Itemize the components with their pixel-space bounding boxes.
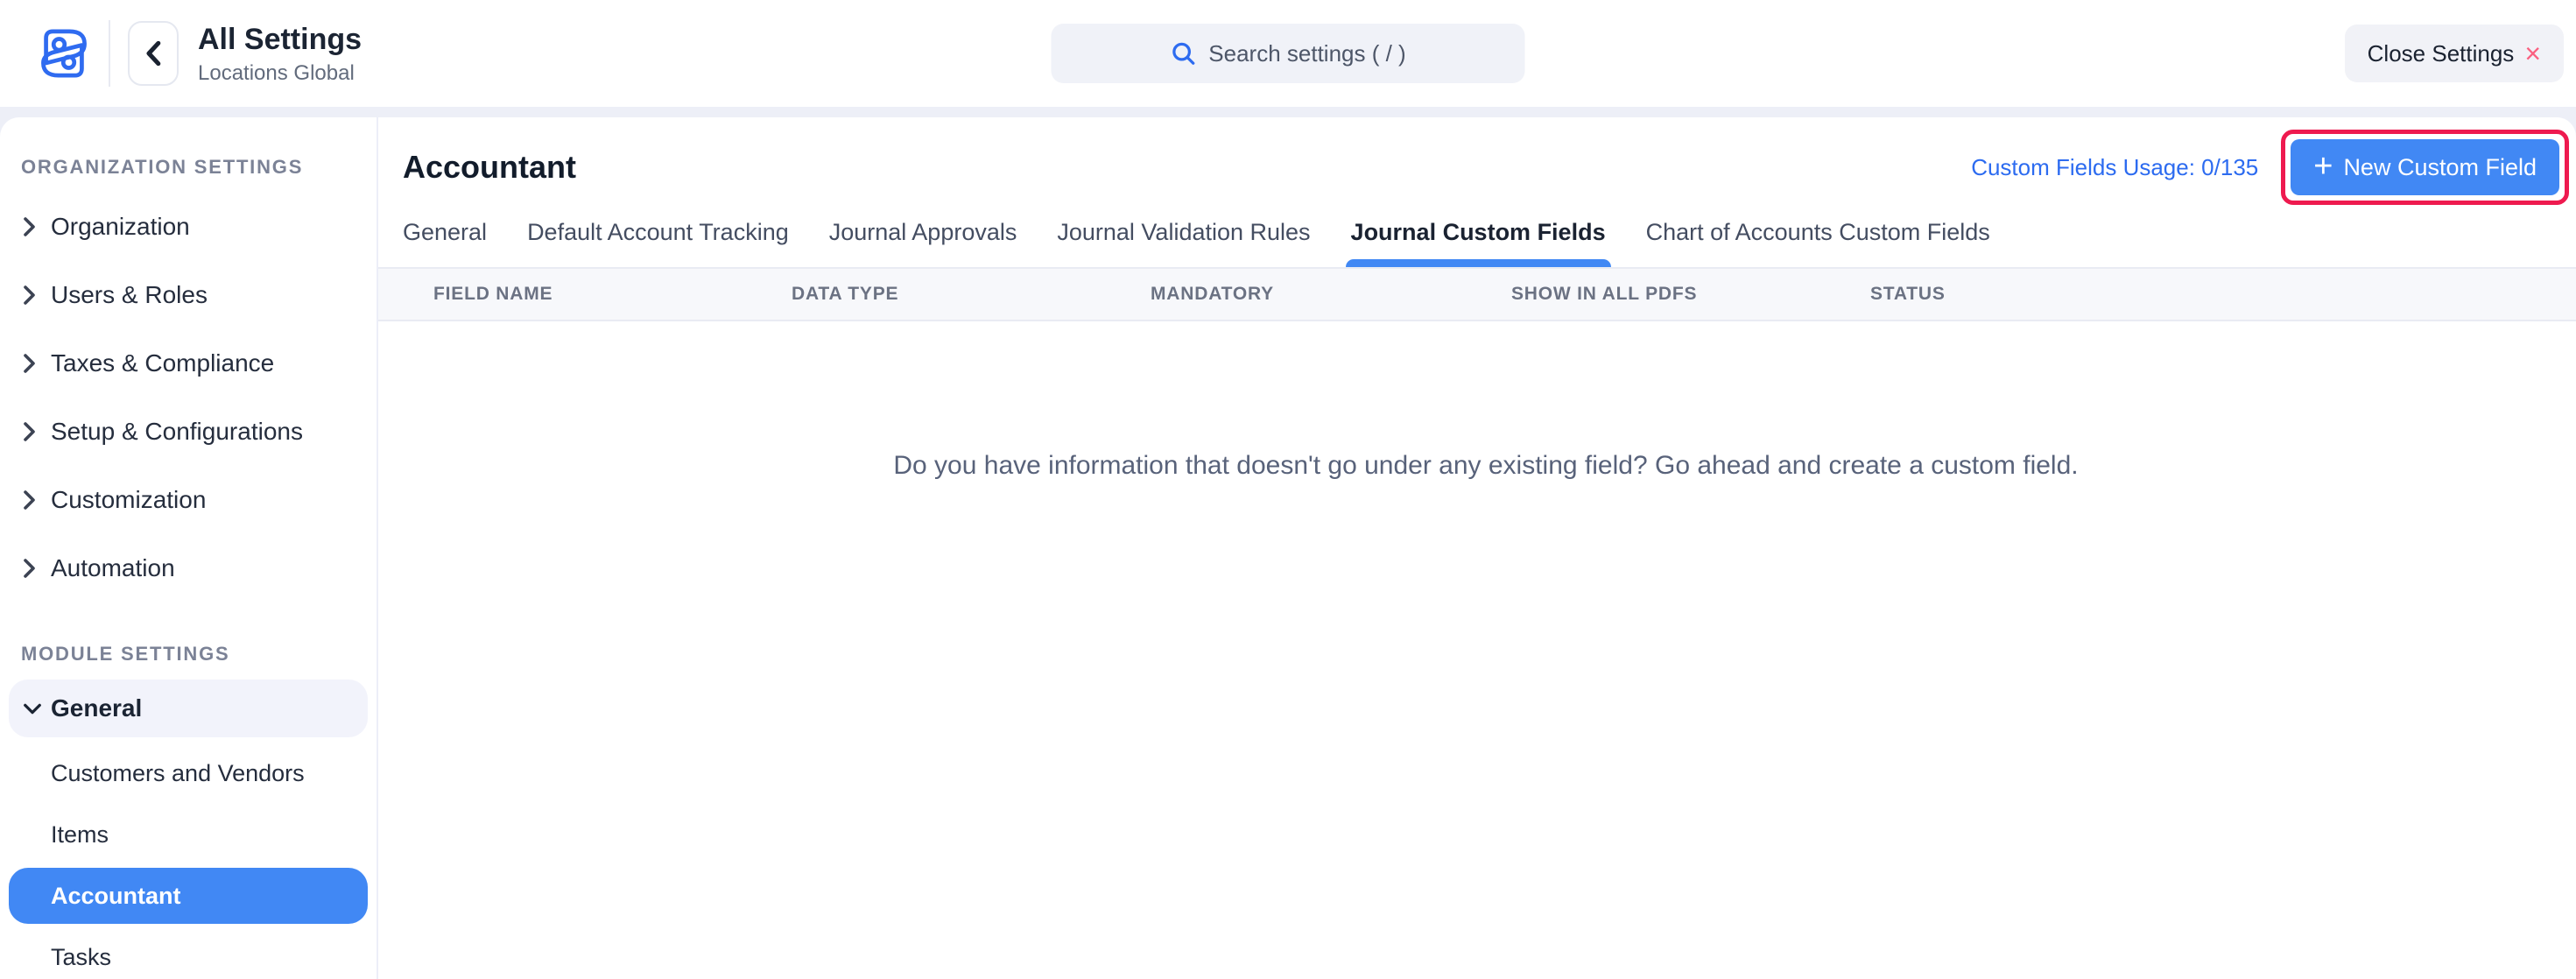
sidebar-item-label: Taxes & Compliance — [51, 349, 274, 377]
custom-fields-usage-link[interactable]: Custom Fields Usage: 0/135 — [1971, 154, 2258, 181]
plus-icon: + — [2313, 150, 2333, 183]
chevron-right-icon — [23, 421, 42, 442]
chevron-left-icon — [144, 39, 162, 67]
chevron-right-icon — [23, 490, 42, 511]
sidebar-item-label: Accountant — [51, 883, 181, 910]
sidebar-item-items[interactable]: Items — [9, 804, 368, 865]
sidebar-item-automation[interactable]: Automation — [9, 534, 368, 602]
tab-general[interactable]: General — [403, 219, 487, 267]
sidebar-item-general[interactable]: General — [9, 680, 368, 737]
column-header-status: STATUS — [1870, 284, 2576, 305]
content-title: Accountant — [403, 149, 576, 186]
sidebar-item-tasks[interactable]: Tasks — [9, 926, 368, 979]
module-settings-section-label: MODULE SETTINGS — [21, 643, 368, 666]
sidebar-item-taxes-compliance[interactable]: Taxes & Compliance — [9, 329, 368, 398]
search-placeholder: Search settings ( / ) — [1208, 40, 1405, 67]
search-input[interactable]: Search settings ( / ) — [1052, 24, 1525, 83]
tab-chart-of-accounts-custom-fields[interactable]: Chart of Accounts Custom Fields — [1646, 219, 1990, 267]
column-header-show-in-all-pdfs: SHOW IN ALL PDFS — [1511, 284, 1870, 305]
main-header-row: Accountant Custom Fields Usage: 0/135 + … — [403, 117, 2569, 207]
sidebar-item-customers-and-vendors[interactable]: Customers and Vendors — [9, 743, 368, 804]
books-logo-icon — [35, 21, 93, 86]
tab-journal-validation-rules[interactable]: Journal Validation Rules — [1057, 219, 1310, 267]
sidebar-item-label: Setup & Configurations — [51, 418, 303, 446]
header-divider — [109, 20, 110, 87]
chevron-right-icon — [23, 558, 42, 579]
empty-state-message: Do you have information that doesn't go … — [403, 451, 2569, 481]
new-custom-field-button[interactable]: + New Custom Field — [2291, 139, 2559, 195]
column-header-mandatory: MANDATORY — [1151, 284, 1511, 305]
tab-journal-custom-fields[interactable]: Journal Custom Fields — [1351, 219, 1606, 267]
chevron-right-icon — [23, 216, 42, 237]
section-spacer — [9, 602, 368, 643]
new-custom-field-label: New Custom Field — [2343, 154, 2537, 181]
sidebar-item-label: Organization — [51, 213, 190, 241]
search-icon — [1170, 40, 1196, 67]
content-panel: ORGANIZATION SETTINGS Organization Users… — [0, 117, 2576, 979]
chevron-right-icon — [23, 353, 42, 374]
x-icon: × — [2524, 39, 2541, 67]
annotation-highlight-box: + New Custom Field — [2281, 130, 2569, 205]
sidebar-item-customization[interactable]: Customization — [9, 466, 368, 534]
sidebar-item-label: Automation — [51, 554, 175, 582]
main-content: Accountant Custom Fields Usage: 0/135 + … — [378, 117, 2576, 979]
header-actions: Custom Fields Usage: 0/135 + New Custom … — [1971, 130, 2569, 205]
org-settings-section-label: ORGANIZATION SETTINGS — [21, 156, 368, 179]
column-header-field-name: FIELD NAME — [433, 284, 792, 305]
settings-sidebar: ORGANIZATION SETTINGS Organization Users… — [0, 117, 378, 979]
page-title: All Settings — [198, 22, 362, 57]
sidebar-item-organization[interactable]: Organization — [9, 193, 368, 261]
sidebar-item-label: Users & Roles — [51, 281, 208, 309]
sidebar-item-label: Customization — [51, 486, 206, 514]
header-title-block: All Settings Locations Global — [198, 22, 362, 86]
chevron-down-icon — [23, 702, 42, 715]
page-subtitle: Locations Global — [198, 61, 362, 86]
back-button[interactable] — [128, 21, 179, 86]
tab-default-account-tracking[interactable]: Default Account Tracking — [527, 219, 789, 267]
sidebar-item-label: General — [51, 694, 142, 722]
close-settings-button[interactable]: Close Settings × — [2345, 25, 2564, 82]
top-header-bar: All Settings Locations Global Search set… — [0, 0, 2576, 107]
column-header-data-type: DATA TYPE — [792, 284, 1151, 305]
tab-journal-approvals[interactable]: Journal Approvals — [829, 219, 1017, 267]
sidebar-item-label: Tasks — [51, 944, 111, 971]
table-header-row: FIELD NAME DATA TYPE MANDATORY SHOW IN A… — [378, 267, 2576, 321]
sidebar-item-label: Customers and Vendors — [51, 760, 305, 787]
sidebar-item-accountant[interactable]: Accountant — [9, 868, 368, 924]
sidebar-item-label: Items — [51, 821, 109, 849]
sidebar-item-setup-configurations[interactable]: Setup & Configurations — [9, 398, 368, 466]
close-settings-label: Close Settings — [2368, 40, 2515, 67]
tab-bar: General Default Account Tracking Journal… — [403, 219, 2569, 267]
app-logo[interactable] — [33, 19, 95, 88]
chevron-right-icon — [23, 285, 42, 306]
sidebar-item-users-roles[interactable]: Users & Roles — [9, 261, 368, 329]
